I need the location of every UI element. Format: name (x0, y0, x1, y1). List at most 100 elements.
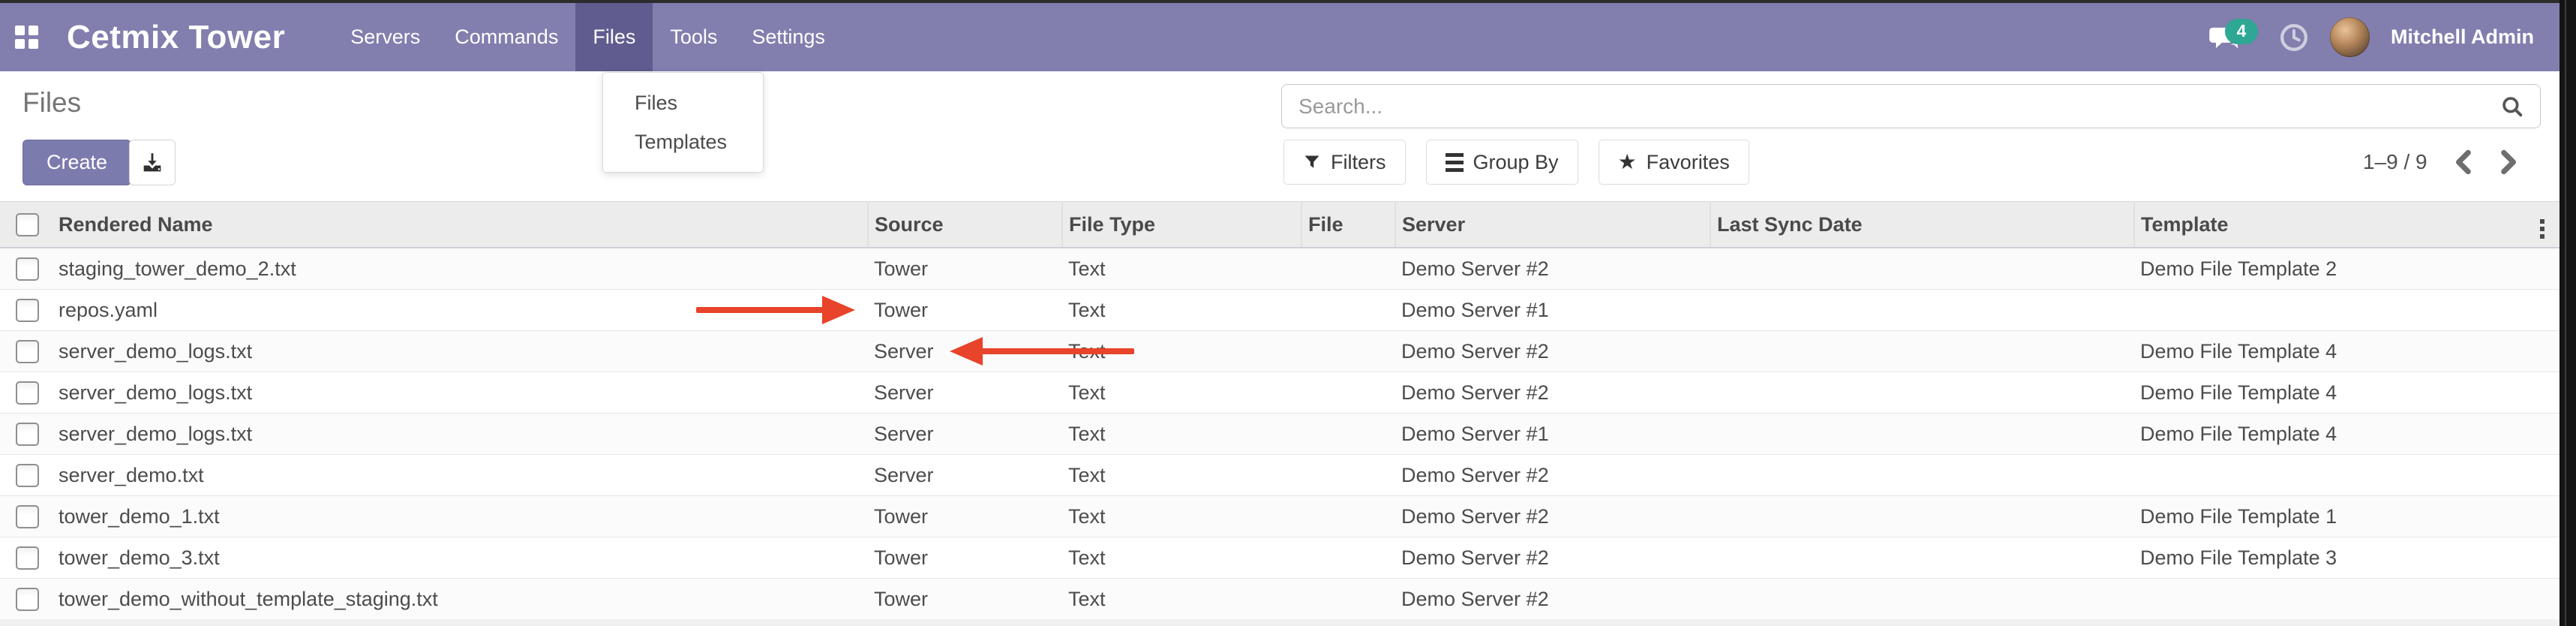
optional-columns-toggle-icon[interactable] (2537, 216, 2547, 242)
table-row[interactable]: tower_demo_1.txt Tower Text Demo Server … (0, 496, 2559, 537)
cell-server[interactable]: Demo Server #2 (1395, 537, 1710, 579)
cell-server[interactable]: Demo Server #2 (1395, 496, 1710, 537)
cell-file-type[interactable]: Text (1062, 455, 1302, 496)
cell-template[interactable] (2134, 290, 2559, 331)
table-row[interactable]: tower_demo_3.txt Tower Text Demo Server … (0, 537, 2559, 579)
pager-previous-button[interactable] (2451, 149, 2474, 176)
user-avatar[interactable] (2330, 17, 2370, 57)
dropdown-item-files[interactable]: Files (603, 83, 763, 122)
cell-template[interactable]: Demo File Template 4 (2134, 331, 2559, 372)
cell-last-sync-date[interactable] (1710, 455, 2134, 496)
cell-template[interactable] (2134, 455, 2559, 496)
export-button[interactable] (129, 140, 176, 185)
table-row[interactable]: server_demo.txt Server Text Demo Server … (0, 455, 2559, 496)
cell-file-type[interactable]: Text (1062, 496, 1302, 537)
menu-item-settings[interactable]: Settings (734, 3, 842, 71)
cell-file-type[interactable]: Text (1062, 372, 1302, 414)
cell-template[interactable]: Demo File Template 2 (2134, 248, 2559, 290)
search-input[interactable] (1282, 95, 2499, 119)
favorites-button[interactable]: ★ Favorites (1599, 140, 1749, 185)
group-by-button[interactable]: Group By (1426, 140, 1578, 185)
column-header-source[interactable]: Source (868, 202, 1062, 248)
cell-rendered-name[interactable]: tower_demo_1.txt (53, 496, 868, 537)
cell-server[interactable]: Demo Server #2 (1395, 372, 1710, 414)
cell-last-sync-date[interactable] (1710, 496, 2134, 537)
cell-source[interactable]: Server (868, 414, 1062, 455)
select-all-checkbox[interactable] (16, 213, 39, 236)
row-checkbox[interactable] (16, 546, 39, 570)
menu-item-tools[interactable]: Tools (653, 3, 734, 71)
cell-file[interactable] (1302, 372, 1395, 414)
cell-source[interactable]: Tower (868, 496, 1062, 537)
cell-last-sync-date[interactable] (1710, 248, 2134, 290)
cell-file[interactable] (1302, 414, 1395, 455)
cell-rendered-name[interactable]: tower_demo_3.txt (53, 537, 868, 579)
column-header-server[interactable]: Server (1395, 202, 1710, 248)
table-row[interactable]: server_demo_logs.txt Server Text Demo Se… (0, 414, 2559, 455)
filters-button[interactable]: Filters (1283, 140, 1406, 185)
activities-clock-icon[interactable] (2279, 23, 2309, 53)
cell-file-type[interactable]: Text (1062, 248, 1302, 290)
row-checkbox[interactable] (16, 381, 39, 405)
table-row[interactable]: server_demo_logs.txt Server Text Demo Se… (0, 331, 2559, 372)
row-checkbox[interactable] (16, 588, 39, 611)
cell-last-sync-date[interactable] (1710, 331, 2134, 372)
table-row[interactable]: repos.yaml Tower Text Demo Server #1 (0, 290, 2559, 331)
table-row[interactable]: server_demo_logs.txt Server Text Demo Se… (0, 372, 2559, 414)
row-checkbox[interactable] (16, 505, 39, 528)
row-checkbox[interactable] (16, 423, 39, 446)
search-icon[interactable] (2499, 94, 2525, 119)
cell-source[interactable]: Tower (868, 248, 1062, 290)
cell-source[interactable]: Tower (868, 579, 1062, 620)
cell-rendered-name[interactable]: staging_tower_demo_2.txt (53, 248, 868, 290)
cell-server[interactable]: Demo Server #2 (1395, 455, 1710, 496)
row-checkbox[interactable] (16, 340, 39, 363)
cell-server[interactable]: Demo Server #2 (1395, 248, 1710, 290)
cell-rendered-name[interactable]: server_demo_logs.txt (53, 331, 868, 372)
cell-template[interactable]: Demo File Template 4 (2134, 414, 2559, 455)
cell-file[interactable] (1302, 455, 1395, 496)
column-header-file-type[interactable]: File Type (1062, 202, 1302, 248)
cell-file-type[interactable]: Text (1062, 579, 1302, 620)
cell-template[interactable]: Demo File Template 1 (2134, 496, 2559, 537)
messages-button[interactable]: 4 (2208, 19, 2258, 56)
row-checkbox[interactable] (16, 299, 39, 322)
cell-file[interactable] (1302, 290, 1395, 331)
cell-rendered-name[interactable]: server_demo_logs.txt (53, 372, 868, 414)
cell-file[interactable] (1302, 331, 1395, 372)
cell-file[interactable] (1302, 579, 1395, 620)
menu-item-servers[interactable]: Servers (333, 3, 437, 71)
cell-last-sync-date[interactable] (1710, 290, 2134, 331)
table-row[interactable]: tower_demo_without_template_staging.txt … (0, 579, 2559, 620)
column-header-rendered-name[interactable]: Rendered Name (53, 202, 868, 248)
pager-next-button[interactable] (2498, 149, 2520, 176)
cell-last-sync-date[interactable] (1710, 414, 2134, 455)
cell-server[interactable]: Demo Server #1 (1395, 290, 1710, 331)
cell-source[interactable]: Tower (868, 290, 1062, 331)
column-header-last-sync-date[interactable]: Last Sync Date (1710, 202, 2134, 248)
cell-server[interactable]: Demo Server #1 (1395, 414, 1710, 455)
cell-file[interactable] (1302, 248, 1395, 290)
cell-template[interactable] (2134, 579, 2559, 620)
cell-server[interactable]: Demo Server #2 (1395, 579, 1710, 620)
menu-item-files[interactable]: Files (575, 3, 653, 71)
cell-last-sync-date[interactable] (1710, 372, 2134, 414)
row-checkbox[interactable] (16, 464, 39, 487)
apps-grid-icon[interactable] (15, 26, 38, 49)
table-row[interactable]: staging_tower_demo_2.txt Tower Text Demo… (0, 248, 2559, 290)
column-header-file[interactable]: File (1302, 202, 1395, 248)
dropdown-item-templates[interactable]: Templates (603, 122, 763, 161)
cell-rendered-name[interactable]: tower_demo_without_template_staging.txt (53, 579, 868, 620)
menu-item-commands[interactable]: Commands (437, 3, 575, 71)
cell-source[interactable]: Server (868, 372, 1062, 414)
cell-source[interactable]: Server (868, 455, 1062, 496)
cell-template[interactable]: Demo File Template 3 (2134, 537, 2559, 579)
cell-template[interactable]: Demo File Template 4 (2134, 372, 2559, 414)
cell-server[interactable]: Demo Server #2 (1395, 331, 1710, 372)
create-button[interactable]: Create (23, 140, 131, 185)
row-checkbox[interactable] (16, 257, 39, 281)
cell-file-type[interactable]: Text (1062, 414, 1302, 455)
cell-rendered-name[interactable]: server_demo.txt (53, 455, 868, 496)
cell-file-type[interactable]: Text (1062, 537, 1302, 579)
cell-file[interactable] (1302, 496, 1395, 537)
